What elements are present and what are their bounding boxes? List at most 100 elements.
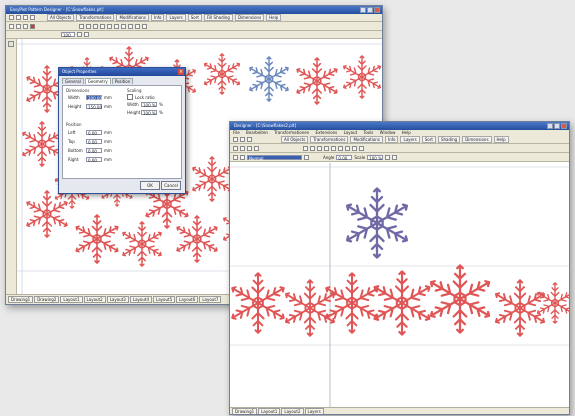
minimize-icon[interactable] — [360, 7, 366, 13]
status-tab[interactable]: Layout5 — [153, 296, 176, 303]
back-tab[interactable]: Fill Shading — [203, 14, 233, 21]
back-tab[interactable]: Info — [150, 14, 165, 21]
status-tab[interactable]: Layout7 — [199, 296, 222, 303]
zoom-field[interactable]: 100 — [61, 32, 75, 38]
menu-item[interactable]: Tools — [363, 130, 373, 135]
open-icon[interactable] — [240, 137, 245, 142]
group-icon[interactable] — [86, 23, 91, 29]
front-tab[interactable]: Layers — [400, 136, 420, 143]
zoom-tool-icon[interactable] — [23, 23, 28, 29]
reset-icon[interactable] — [392, 154, 398, 160]
polygon-icon[interactable] — [345, 145, 350, 151]
chevron-down-icon[interactable] — [304, 154, 309, 160]
new-file-icon[interactable] — [233, 137, 238, 142]
zoom-tool-icon[interactable] — [247, 145, 252, 151]
dialog-tab[interactable]: Geometry — [84, 78, 111, 84]
menu-item[interactable]: Help — [402, 130, 411, 135]
status-tab[interactable]: Layers — [304, 407, 324, 414]
menu-item[interactable]: File — [233, 130, 240, 135]
close-icon[interactable]: × — [178, 69, 184, 75]
close-icon[interactable] — [561, 123, 567, 129]
front-tab[interactable]: Transformations — [310, 136, 349, 143]
maximize-icon[interactable] — [554, 123, 560, 129]
polygon-icon[interactable] — [121, 23, 126, 29]
mirror-icon[interactable] — [100, 23, 105, 29]
pointer-tool-icon[interactable] — [9, 23, 14, 29]
rectangle-icon[interactable] — [331, 145, 336, 151]
grid-icon[interactable] — [359, 145, 364, 151]
maximize-icon[interactable] — [367, 7, 373, 13]
front-tab[interactable]: Modifications — [350, 136, 383, 143]
rotate-icon[interactable] — [317, 145, 322, 151]
back-tab[interactable]: All Objects — [47, 14, 75, 21]
text-tool-icon[interactable] — [233, 154, 238, 160]
ellipse-icon[interactable] — [114, 23, 119, 29]
status-tab[interactable]: Layout2 — [83, 296, 106, 303]
zoom-out-icon[interactable] — [84, 32, 89, 37]
dialog-tab[interactable]: General — [62, 78, 84, 84]
lock-ratio-checkbox[interactable] — [127, 94, 133, 100]
mirror-icon[interactable] — [324, 145, 329, 151]
rectangle-icon[interactable] — [107, 23, 112, 29]
front-canvas[interactable] — [230, 163, 569, 407]
bottom-field[interactable]: 0.00 — [86, 148, 102, 154]
pen-tool-icon[interactable] — [254, 145, 259, 151]
menu-item[interactable]: Transformationen — [274, 130, 309, 135]
pointer-tool-icon[interactable] — [233, 145, 238, 151]
front-tab[interactable]: Sort — [421, 136, 436, 143]
snap-icon[interactable] — [142, 23, 147, 29]
close-icon[interactable] — [374, 7, 380, 13]
left-field[interactable]: 0.00 — [86, 130, 102, 136]
status-tab[interactable]: Layout6 — [176, 296, 199, 303]
apply-icon[interactable] — [385, 154, 391, 160]
text-icon[interactable] — [128, 23, 133, 29]
rotate-icon[interactable] — [93, 23, 98, 29]
status-tab[interactable]: Layout3 — [106, 296, 129, 303]
new-file-icon[interactable] — [9, 15, 14, 20]
front-tab[interactable]: All Objects — [281, 136, 309, 143]
ok-button[interactable]: OK — [140, 181, 160, 190]
dialog-tab[interactable]: Position — [111, 78, 134, 84]
status-tab[interactable]: Layout1 — [60, 296, 83, 303]
font-style-select[interactable]: Normal — [247, 154, 302, 161]
back-tab[interactable]: Sort — [187, 14, 202, 21]
back-tab[interactable]: Layers — [166, 14, 186, 21]
status-tab[interactable]: Drawing2 — [34, 296, 60, 303]
zoom-in-icon[interactable] — [77, 32, 82, 37]
align-icon[interactable] — [79, 23, 84, 29]
menu-item[interactable]: Extensions — [316, 130, 338, 135]
width-field[interactable]: 200.00 — [86, 95, 102, 101]
status-tab[interactable]: Layout2 — [281, 407, 304, 414]
status-tab[interactable]: Layout4 — [129, 296, 152, 303]
font-icon[interactable] — [240, 154, 245, 160]
front-tab[interactable]: Info — [384, 136, 399, 143]
node-tool-icon[interactable] — [16, 23, 21, 29]
angle-field[interactable]: 0.00 — [336, 154, 353, 161]
front-tab[interactable]: Shading — [437, 136, 461, 143]
back-tab[interactable]: Modifications — [116, 14, 149, 21]
select-tool-icon[interactable] — [8, 41, 14, 47]
print-icon[interactable] — [30, 15, 35, 20]
height-field[interactable]: 150.00 — [86, 104, 102, 110]
scale-height-field[interactable]: 100 % — [141, 110, 157, 116]
node-tool-icon[interactable] — [240, 145, 245, 151]
right-field[interactable]: 0.00 — [86, 157, 102, 163]
group-icon[interactable] — [310, 145, 315, 151]
pen-tool-icon[interactable] — [30, 23, 35, 29]
grid-icon[interactable] — [135, 23, 140, 29]
save-icon[interactable] — [247, 137, 252, 142]
top-field[interactable]: 0.00 — [86, 139, 102, 145]
menu-item[interactable]: Window — [380, 130, 396, 135]
ellipse-icon[interactable] — [338, 145, 343, 151]
front-tab[interactable]: Dimensions — [462, 136, 492, 143]
dialog-titlebar[interactable]: Object Properties × — [59, 68, 185, 76]
menu-item[interactable]: Bearbeiten — [246, 130, 268, 135]
scale-field[interactable]: 100 % — [367, 154, 384, 161]
status-tab[interactable]: Drawing1 — [8, 296, 34, 303]
scale-width-field[interactable]: 100 % — [141, 102, 157, 108]
status-tab[interactable]: Layout1 — [258, 407, 281, 414]
back-tab[interactable]: Dimensions — [234, 14, 265, 21]
back-tab[interactable]: Help — [266, 14, 282, 21]
minimize-icon[interactable] — [547, 123, 553, 129]
back-window-titlebar[interactable]: EasyPlot Pattern Designer - [C:\Snowflak… — [6, 6, 382, 14]
